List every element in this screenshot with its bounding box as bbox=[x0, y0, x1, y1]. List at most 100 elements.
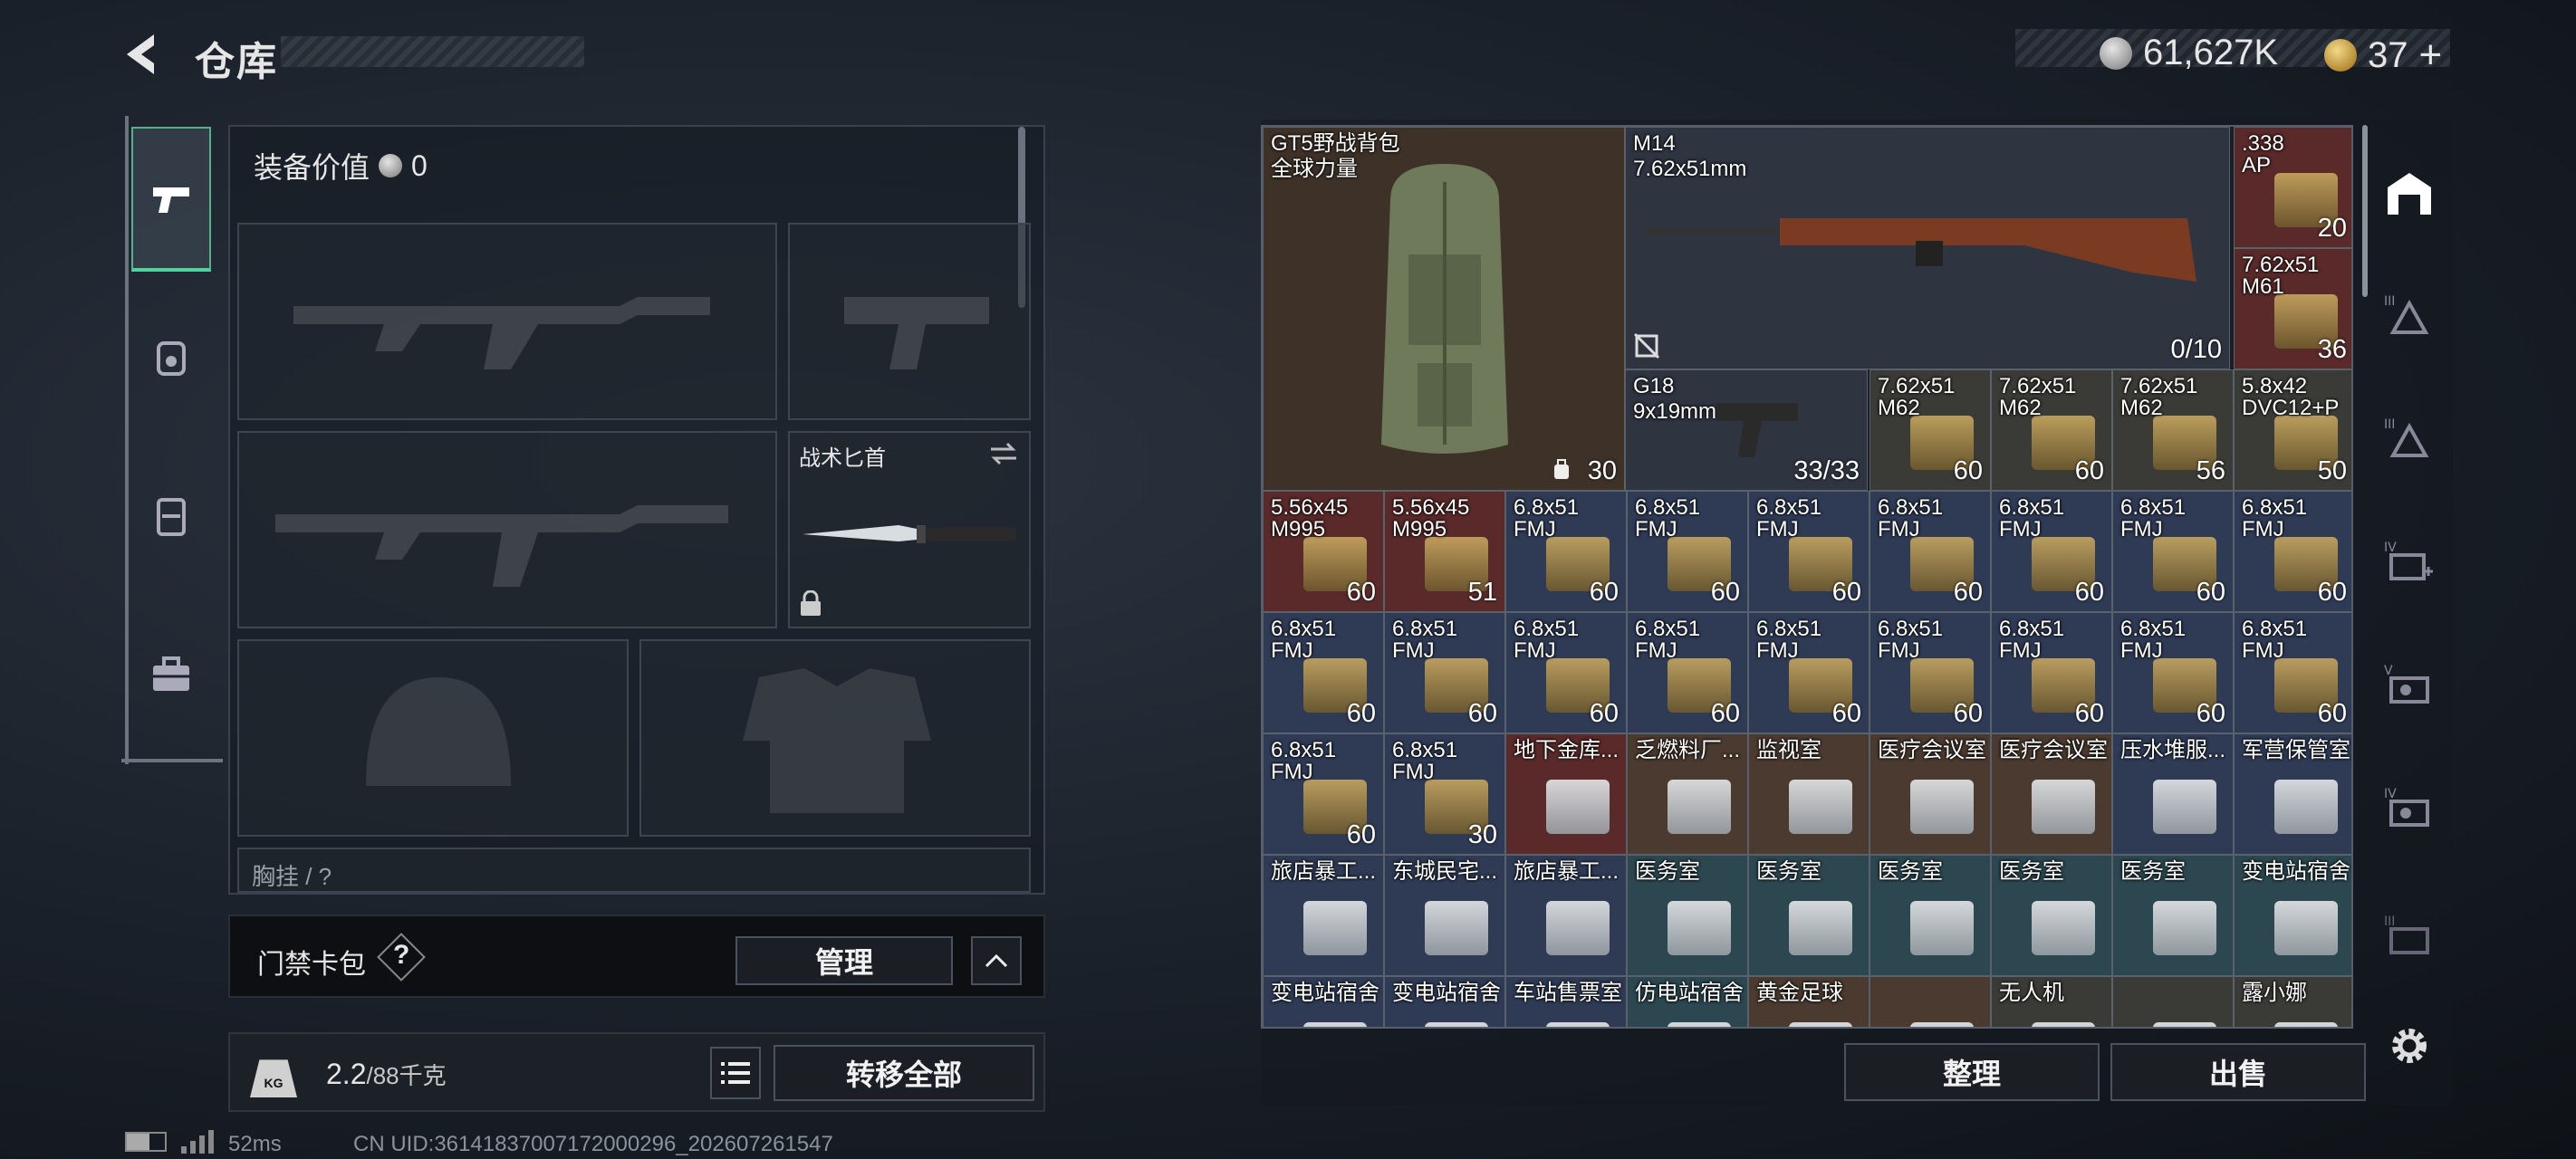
sort-button[interactable]: 整理 bbox=[1844, 1043, 2100, 1101]
item-name: 变电站宿舍 bbox=[1392, 981, 1501, 1005]
grid-item[interactable]: 7.62x51 M62 60 bbox=[1991, 369, 2112, 491]
tab-case[interactable] bbox=[131, 602, 211, 747]
back-arrow-icon bbox=[127, 34, 154, 74]
grid-item[interactable]: 车站售票室 bbox=[1505, 976, 1627, 1027]
grid-item[interactable]: 监视室 bbox=[1748, 733, 1870, 855]
grid-item[interactable]: 6.8x51 FMJ 60 bbox=[1870, 491, 1991, 612]
grid-item[interactable]: 乏燃料厂... bbox=[1627, 733, 1748, 855]
primary-weapon-slot[interactable] bbox=[237, 223, 777, 420]
grid-item[interactable]: 露小娜 bbox=[2234, 976, 2351, 1027]
grid-item[interactable]: 旅店暴工... bbox=[1263, 855, 1384, 976]
silver-currency: 61,627K bbox=[2100, 33, 2278, 73]
grid-item[interactable]: 6.8x51 FMJ 60 bbox=[1505, 612, 1627, 733]
transfer-all-button[interactable]: 转移全部 bbox=[774, 1045, 1034, 1101]
helmet-slot[interactable] bbox=[237, 639, 629, 837]
grid-item[interactable]: 东城民宅... bbox=[1384, 855, 1505, 976]
grid-item[interactable]: 医务室 bbox=[1870, 855, 1991, 976]
armor-slot[interactable] bbox=[639, 639, 1031, 837]
item-name: 东城民宅... bbox=[1392, 859, 1498, 884]
grid-item[interactable]: 6.8x51 FMJ 60 bbox=[1991, 612, 2112, 733]
backpack-item[interactable]: GT5野战背包 全球力量 30 bbox=[1263, 127, 1625, 491]
grid-item[interactable]: 7.62x51 M62 60 bbox=[1870, 369, 1991, 491]
grid-item[interactable]: 5.56x45 M995 51 bbox=[1384, 491, 1505, 612]
grid-item[interactable]: 6.8x51 FMJ 60 bbox=[2234, 491, 2351, 612]
tab-armor[interactable] bbox=[131, 285, 211, 430]
grid-item[interactable]: 医务室 bbox=[1627, 855, 1748, 976]
list-view-button[interactable] bbox=[710, 1047, 761, 1099]
grid-item[interactable]: 6.8x51 FMJ 60 bbox=[1627, 612, 1748, 733]
keycard-collapse-button[interactable] bbox=[971, 936, 1022, 985]
item-count: 60 bbox=[2074, 699, 2104, 728]
grid-item[interactable]: 5.8x42 DVC12+P 50 bbox=[2234, 369, 2351, 491]
backpack-count: 30 bbox=[1587, 456, 1617, 485]
grid-item[interactable] bbox=[2112, 976, 2234, 1027]
item-count: 60 bbox=[2196, 578, 2225, 607]
grid-item[interactable] bbox=[1870, 976, 1991, 1027]
grid-item[interactable]: 医疗会议室 bbox=[1991, 733, 2112, 855]
grid-item[interactable]: 7.62x51 M61 36 bbox=[2234, 248, 2351, 369]
grid-item[interactable]: 6.8x51 FMJ 60 bbox=[2234, 612, 2351, 733]
grid-item[interactable]: 仿电站宿舍 bbox=[1627, 976, 1748, 1027]
grid-item[interactable]: 6.8x51 FMJ 30 bbox=[1384, 733, 1505, 855]
tab-tier-v-case[interactable]: V bbox=[2373, 627, 2446, 744]
g18-name: G18 bbox=[1633, 374, 1675, 398]
grid-item[interactable]: 6.8x51 FMJ 60 bbox=[1748, 491, 1870, 612]
grid-item[interactable]: 旅店暴工... bbox=[1505, 855, 1627, 976]
tab-bar-line bbox=[125, 116, 129, 764]
tab-backpack[interactable] bbox=[131, 444, 211, 589]
gold-currency[interactable]: 37 + bbox=[2324, 33, 2442, 78]
item-count: 60 bbox=[1953, 456, 1983, 485]
grid-item[interactable]: 变电站宿舍 bbox=[1263, 976, 1384, 1027]
settings-button[interactable] bbox=[2373, 1005, 2446, 1087]
tab-tier-iv-medkit[interactable]: IV bbox=[2373, 503, 2446, 621]
grid-item[interactable]: 无人机 bbox=[1991, 976, 2112, 1027]
add-gold-button[interactable]: + bbox=[2419, 33, 2443, 78]
grid-item[interactable]: 变电站宿舍 bbox=[2234, 855, 2351, 976]
grid-item[interactable]: 压水堆服... bbox=[2112, 733, 2234, 855]
grid-item[interactable]: 6.8x51 FMJ 60 bbox=[1748, 612, 1870, 733]
grid-item[interactable]: 军营保管室 bbox=[2234, 733, 2351, 855]
grid-scrollbar[interactable] bbox=[2362, 125, 2368, 297]
tab-warehouse[interactable] bbox=[2373, 134, 2446, 252]
grid-item[interactable]: 6.8x51 FMJ 60 bbox=[1384, 612, 1505, 733]
grid-item[interactable]: 医务室 bbox=[1991, 855, 2112, 976]
back-button[interactable] bbox=[118, 27, 172, 81]
tab-tier-iv-case[interactable]: IV bbox=[2373, 750, 2446, 867]
item-count: 60 bbox=[2196, 699, 2225, 728]
sell-button[interactable]: 出售 bbox=[2110, 1043, 2366, 1101]
m14-item[interactable]: M14 7.62x51mm 0/10 bbox=[1625, 127, 2230, 369]
item-name: 医务室 bbox=[1756, 859, 1821, 884]
grid-item[interactable]: 医务室 bbox=[2112, 855, 2234, 976]
keycard-manage-button[interactable]: 管理 bbox=[735, 936, 953, 985]
knife-slot[interactable]: 战术匕首 bbox=[788, 431, 1031, 628]
tab-tier-iii-armor[interactable]: III bbox=[2373, 257, 2446, 375]
grid-item[interactable]: 5.56x45 M995 60 bbox=[1263, 491, 1384, 612]
grid-item[interactable]: 6.8x51 FMJ 60 bbox=[1991, 491, 2112, 612]
grid-item[interactable]: 6.8x51 FMJ 60 bbox=[2112, 612, 2234, 733]
grid-item[interactable]: 黄金足球 bbox=[1748, 976, 1870, 1027]
grid-item[interactable]: 6.8x51 FMJ 60 bbox=[1627, 491, 1748, 612]
pistol-slot[interactable] bbox=[788, 223, 1031, 420]
g18-item[interactable]: G18 9x19mm 33/33 bbox=[1625, 369, 1868, 491]
grid-item[interactable]: 6.8x51 FMJ 60 bbox=[1263, 733, 1384, 855]
grid-item[interactable]: 医疗会议室 bbox=[1870, 733, 1991, 855]
tab-tier-iii-case[interactable]: III bbox=[2373, 891, 2446, 982]
tab-tier-ii-armor[interactable]: III bbox=[2373, 380, 2446, 498]
rifle-silhouette-icon bbox=[275, 505, 728, 587]
tab-weapons[interactable] bbox=[131, 127, 211, 272]
secondary-weapon-slot[interactable] bbox=[237, 431, 777, 628]
chest-rig-row[interactable]: 胸挂 / ? bbox=[237, 848, 1031, 893]
grid-item[interactable]: 医务室 bbox=[1748, 855, 1870, 976]
grid-item[interactable]: 变电站宿舍 bbox=[1384, 976, 1505, 1027]
grid-item[interactable]: 6.8x51 FMJ 60 bbox=[1870, 612, 1991, 733]
grid-item[interactable]: 6.8x51 FMJ 60 bbox=[1505, 491, 1627, 612]
grid-item[interactable]: 地下金库... bbox=[1505, 733, 1627, 855]
silver-coin-icon bbox=[2100, 36, 2132, 70]
item-image bbox=[2153, 780, 2216, 834]
grid-item[interactable]: .338 AP 20 bbox=[2234, 127, 2351, 248]
grid-item[interactable]: 7.62x51 M62 56 bbox=[2112, 369, 2234, 491]
help-icon[interactable]: ? bbox=[393, 940, 409, 971]
grid-item[interactable]: 6.8x51 FMJ 60 bbox=[2112, 491, 2234, 612]
swap-icon[interactable] bbox=[987, 440, 1020, 467]
grid-item[interactable]: 6.8x51 FMJ 60 bbox=[1263, 612, 1384, 733]
